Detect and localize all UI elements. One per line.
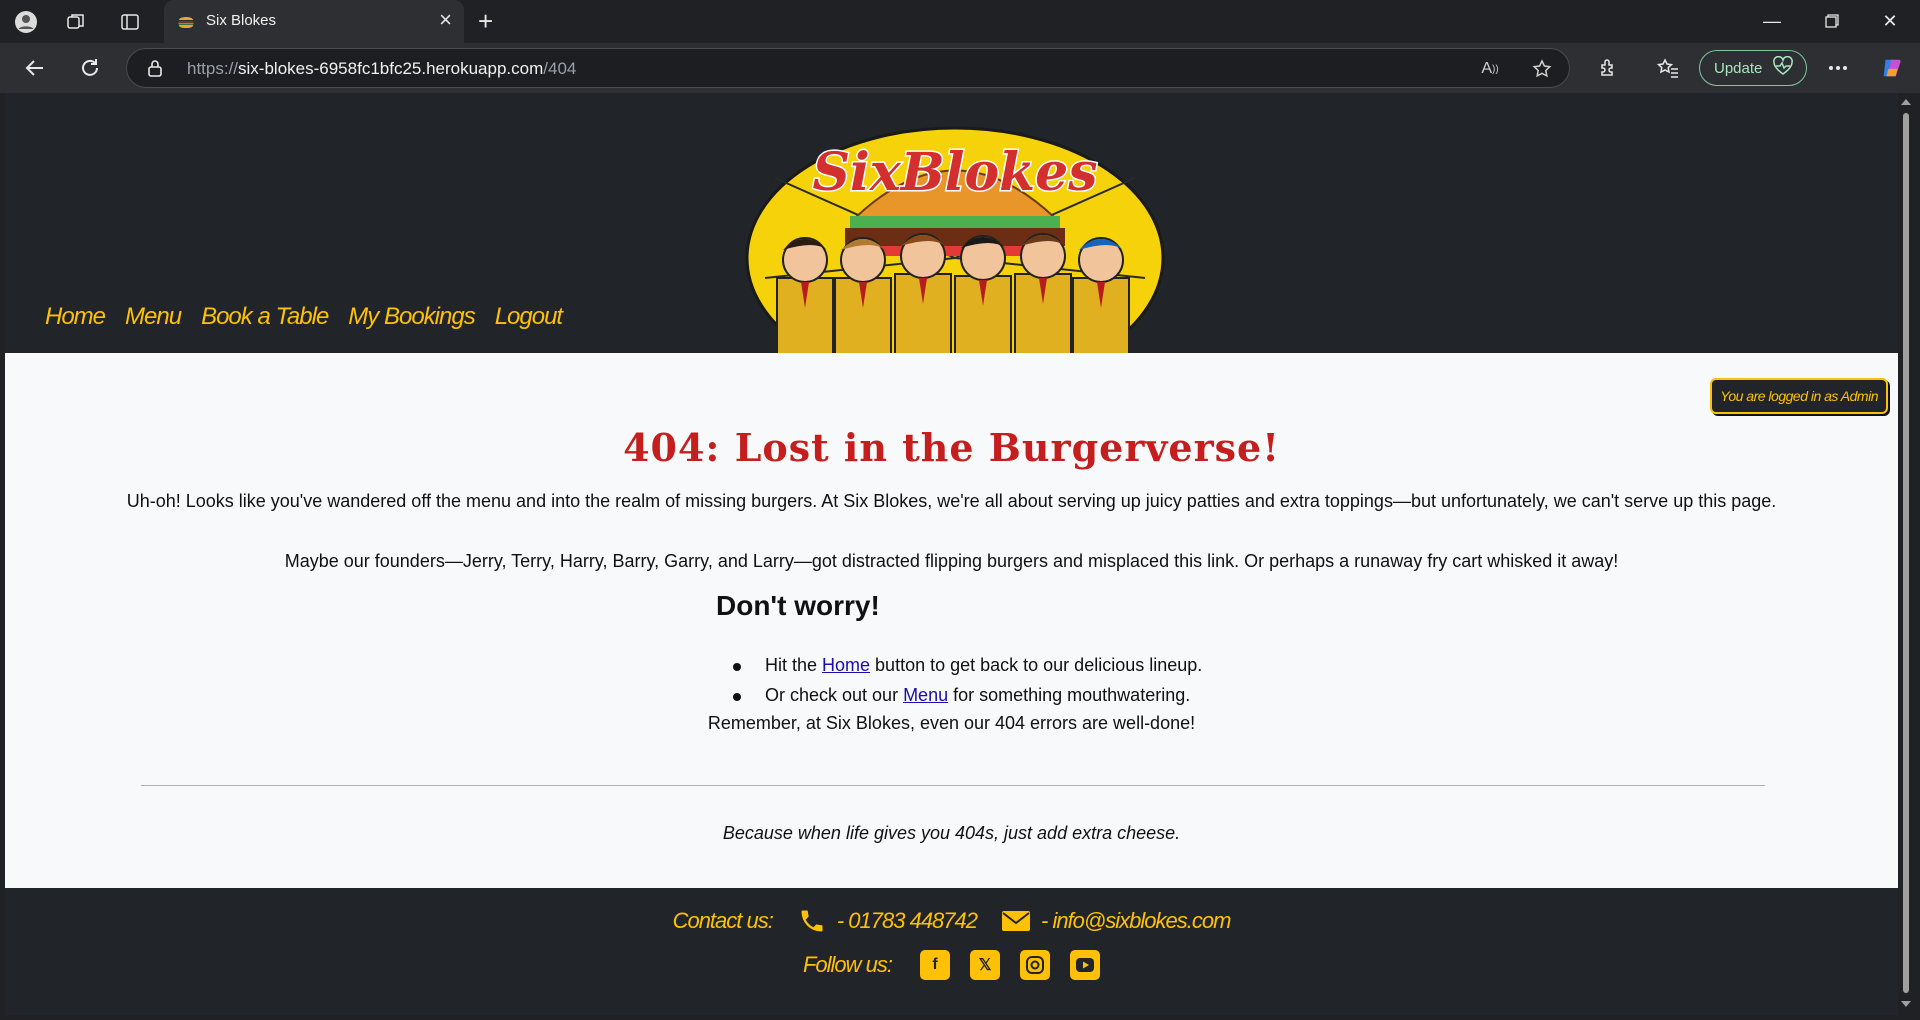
remember-paragraph: Remember, at Six Blokes, even our 404 er… (707, 713, 1196, 733)
vertical-scrollbar[interactable] (1898, 93, 1915, 1015)
site-footer: Contact us: - 01783 448742 - info@sixblo… (5, 888, 1898, 1015)
update-label: Update (1714, 59, 1763, 77)
x-twitter-icon[interactable]: 𝕏 (970, 950, 1001, 980)
refresh-icon[interactable] (77, 55, 103, 81)
extensions-icon[interactable] (1596, 56, 1620, 80)
phone-number[interactable]: - 01783 448742 (837, 908, 978, 934)
dont-worry-heading: Don't worry! (716, 590, 880, 621)
follow-label: Follow us: (802, 952, 893, 977)
browser-tab-bar: Six Blokes × + — ✕ (0, 0, 1920, 43)
tab-title: Six Blokes (206, 12, 277, 29)
page-viewport: Home Menu Book a Table My Bookings Logou… (5, 93, 1898, 1015)
nav-my-bookings[interactable]: My Bookings (348, 303, 475, 331)
youtube-icon[interactable] (1070, 950, 1101, 980)
profile-icon[interactable] (14, 10, 38, 34)
workspaces-icon[interactable] (64, 10, 88, 34)
list-item: Hit the Home button to get back to our d… (731, 655, 1202, 685)
active-tab[interactable]: Six Blokes × (164, 0, 464, 43)
six-blokes-logo[interactable]: SixBlokes (745, 118, 1165, 353)
favorites-icon[interactable] (1656, 56, 1680, 80)
social-row: Follow us: f 𝕏 (5, 950, 1898, 980)
scroll-down-icon[interactable] (1901, 1001, 1911, 1007)
restore-icon[interactable] (1812, 6, 1852, 36)
tab-close-icon[interactable]: × (439, 9, 452, 31)
logo-text: SixBlokes (812, 142, 1097, 203)
favorite-star-icon[interactable] (1531, 58, 1553, 80)
close-window-icon[interactable]: ✕ (1870, 6, 1910, 36)
menu-link[interactable]: Menu (903, 685, 948, 705)
url-text[interactable]: https://six-blokes-6958fc1bfc25.herokuap… (187, 59, 576, 79)
more-options-icon[interactable] (1826, 56, 1850, 80)
instagram-icon[interactable] (1020, 950, 1051, 980)
nav-book-table[interactable]: Book a Table (201, 303, 329, 331)
site-header: Home Menu Book a Table My Bookings Logou… (5, 93, 1898, 353)
email-address[interactable]: - info@sixblokes.com (1041, 908, 1231, 934)
new-tab-icon[interactable]: + (478, 8, 493, 34)
page-title: 404: Lost in the Burgerverse! (623, 425, 1280, 470)
update-button[interactable]: Update (1699, 50, 1807, 86)
vertical-tabs-icon[interactable] (118, 10, 142, 34)
address-bar[interactable]: https://six-blokes-6958fc1bfc25.herokuap… (126, 48, 1570, 88)
back-icon[interactable] (22, 55, 48, 81)
contact-label: Contact us: (672, 908, 774, 933)
main-content: 404: Lost in the Burgerverse! Uh-oh! Loo… (5, 353, 1898, 888)
minimize-icon[interactable]: — (1752, 6, 1792, 36)
suggestion-list: Hit the Home button to get back to our d… (731, 655, 1202, 715)
read-aloud-icon[interactable]: A)) (1479, 58, 1501, 80)
scrollbar-thumb[interactable] (1903, 113, 1909, 993)
copilot-icon[interactable] (1880, 56, 1904, 80)
home-link[interactable]: Home (822, 655, 870, 675)
nav-menu[interactable]: Menu (125, 303, 182, 331)
tagline: Because when life gives you 404s, just a… (722, 823, 1181, 843)
nav-logout[interactable]: Logout (495, 303, 563, 331)
list-item: Or check out our Menu for something mout… (731, 685, 1202, 715)
scroll-up-icon[interactable] (1901, 99, 1911, 105)
burger-favicon-icon (176, 11, 196, 31)
lock-icon[interactable] (147, 59, 163, 82)
intro-paragraph: Uh-oh! Looks like you've wandered off th… (126, 491, 1777, 511)
phone-icon (797, 906, 827, 936)
main-nav: Home Menu Book a Table My Bookings Logou… (45, 303, 563, 331)
health-icon (1772, 55, 1794, 80)
divider (141, 785, 1765, 786)
facebook-icon[interactable]: f (920, 950, 951, 980)
browser-toolbar: https://six-blokes-6958fc1bfc25.herokuap… (0, 43, 1920, 93)
nav-home[interactable]: Home (45, 303, 106, 331)
envelope-icon (1001, 906, 1031, 936)
contact-row: Contact us: - 01783 448742 - info@sixblo… (5, 906, 1898, 936)
founders-paragraph: Maybe our founders—Jerry, Terry, Harry, … (284, 551, 1619, 571)
